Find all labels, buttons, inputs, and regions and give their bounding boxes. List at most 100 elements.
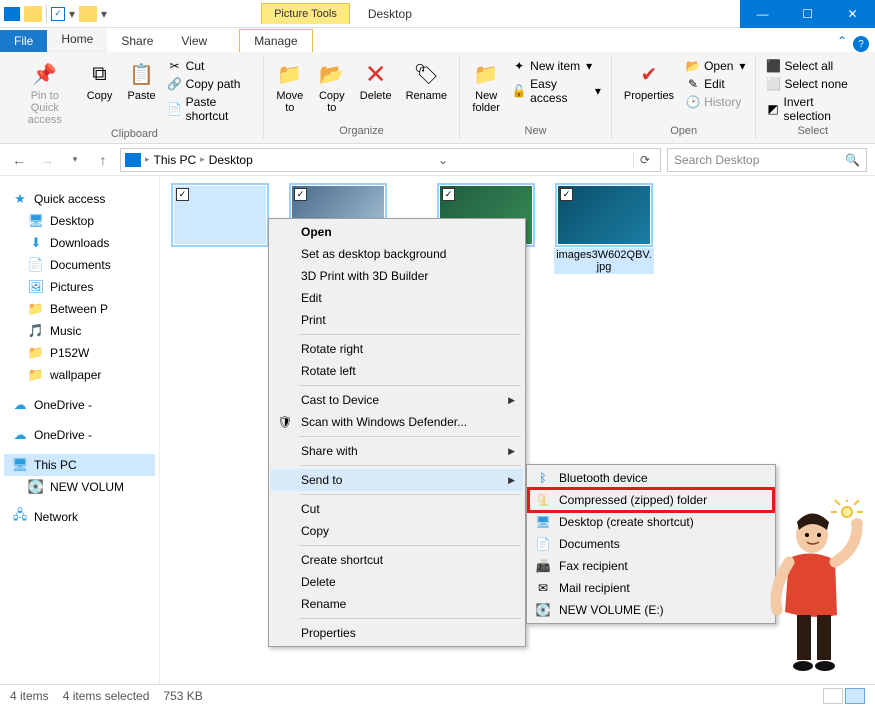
checkbox-checked-icon[interactable]: ✓ [176,188,189,201]
properties-button[interactable]: ✔Properties [620,58,678,104]
search-icon[interactable]: 🔍 [845,153,860,167]
menu-open[interactable]: Open [271,221,523,243]
menu-rename[interactable]: Rename [271,593,523,615]
paste-shortcut-button[interactable]: 📄Paste shortcut [166,94,255,124]
tab-share[interactable]: Share [107,30,167,52]
collapse-ribbon-icon[interactable]: ⌃ [831,30,853,52]
recent-button[interactable]: ▾ [64,149,86,171]
chevron-icon[interactable]: ▸ [145,154,150,165]
menu-cast[interactable]: Cast to Device▶ [271,389,523,411]
select-all-button[interactable]: ⬛Select all [764,58,861,74]
sidebar-new-volume[interactable]: 💽NEW VOLUM [4,476,155,498]
open-button[interactable]: 📂Open▾ [684,58,747,74]
tab-view[interactable]: View [167,30,221,52]
view-thumbnails-button[interactable] [845,688,865,704]
desktop-icon: 🖥 [28,213,44,229]
sidebar-desktop[interactable]: 🖥Desktop [4,210,155,232]
new-folder-button[interactable]: 📁New folder [468,58,504,116]
maximize-button[interactable]: ☐ [785,0,830,28]
sidebar-music[interactable]: 🎵Music [4,320,155,342]
new-item-button[interactable]: ✦New item▾ [510,58,603,74]
rename-button[interactable]: 🏷Rename [402,58,452,104]
menu-set-background[interactable]: Set as desktop background [271,243,523,265]
file-view[interactable]: ✓ ✓ ✓ images.jpg ✓ images3W602QBV.jpg Op… [160,176,875,684]
checkbox-checked-icon[interactable]: ✓ [560,188,573,201]
sidebar-onedrive[interactable]: ☁OneDrive - [4,424,155,446]
history-button[interactable]: 🕑History [684,94,747,110]
tab-manage[interactable]: Manage [239,29,312,52]
refresh-button[interactable]: ⟳ [633,153,656,167]
invert-selection-button[interactable]: ◩Invert selection [764,94,861,124]
tab-file[interactable]: File [0,30,47,52]
menu-print[interactable]: Print [271,309,523,331]
sidebar-this-pc[interactable]: 🖥This PC [4,454,155,476]
address-bar[interactable]: ▸ This PC ▸ Desktop ⌄ ⟳ [120,148,661,172]
copy-button[interactable]: ⧉ Copy [82,58,118,104]
sidebar-documents[interactable]: 📄Documents [4,254,155,276]
easy-access-button[interactable]: 🔓Easy access▾ [510,76,603,106]
file-item[interactable]: ✓ images3W602QBV.jpg [554,186,654,274]
up-button[interactable]: ↑ [92,149,114,171]
delete-button[interactable]: ✕Delete [356,58,396,104]
menu-send-to[interactable]: Send to▶ [271,469,523,491]
submenu-compressed-folder[interactable]: 🗜Compressed (zipped) folder [529,489,773,511]
search-input[interactable]: Search Desktop 🔍 [667,148,867,172]
dropdown-icon[interactable]: ⌄ [434,153,452,167]
menu-create-shortcut[interactable]: Create shortcut [271,549,523,571]
submenu-desktop-shortcut[interactable]: 🖥Desktop (create shortcut) [529,511,773,533]
help-icon[interactable]: ? [853,36,869,52]
sidebar-pictures[interactable]: 🖼Pictures [4,276,155,298]
forward-button[interactable]: → [36,149,58,171]
copy-to-button[interactable]: 📂Copy to [314,58,350,116]
qat-overflow-icon[interactable]: ▾ [69,7,75,21]
sidebar-between[interactable]: 📁Between P [4,298,155,320]
edit-button[interactable]: ✎Edit [684,76,747,92]
breadcrumb-desktop[interactable]: Desktop [209,153,253,167]
menu-edit[interactable]: Edit [271,287,523,309]
zip-icon: 🗜 [535,492,551,508]
cut-button[interactable]: ✂Cut [166,58,255,74]
qat-checkbox-icon[interactable]: ✓ [51,7,65,21]
sidebar-network[interactable]: 🖧Network [4,506,155,528]
move-to-button[interactable]: 📁Move to [272,58,308,116]
breadcrumb-this-pc[interactable]: This PC [154,153,197,167]
menu-rotate-right[interactable]: Rotate right [271,338,523,360]
submenu-documents[interactable]: 📄Documents [529,533,773,555]
sidebar-p152w[interactable]: 📁P152W [4,342,155,364]
submenu-mail[interactable]: ✉Mail recipient [529,577,773,599]
label: Network [34,510,78,524]
checkbox-checked-icon[interactable]: ✓ [294,188,307,201]
pin-to-quick-access-button[interactable]: 📌 Pin to Quick access [14,58,76,128]
menu-3d-print[interactable]: 3D Print with 3D Builder [271,265,523,287]
menu-delete[interactable]: Delete [271,571,523,593]
close-button[interactable]: ✕ [830,0,875,28]
submenu-volume[interactable]: 💽NEW VOLUME (E:) [529,599,773,621]
view-details-button[interactable] [823,688,843,704]
sidebar-onedrive[interactable]: ☁OneDrive - [4,394,155,416]
chevron-icon[interactable]: ▸ [200,154,205,165]
menu-share-with[interactable]: Share with▶ [271,440,523,462]
sidebar-wallpaper[interactable]: 📁wallpaper [4,364,155,386]
select-none-button[interactable]: ⬜Select none [764,76,861,92]
checkbox-checked-icon[interactable]: ✓ [442,188,455,201]
label: Mail recipient [559,581,630,595]
menu-properties[interactable]: Properties [271,622,523,644]
sidebar-quick-access[interactable]: ★Quick access [4,188,155,210]
menu-rotate-left[interactable]: Rotate left [271,360,523,382]
label: OneDrive - [34,428,92,442]
copy-path-button[interactable]: 🔗Copy path [166,76,255,92]
sidebar-downloads[interactable]: ⬇Downloads [4,232,155,254]
file-item[interactable]: ✓ [170,186,270,274]
submenu-fax[interactable]: 📠Fax recipient [529,555,773,577]
separator [299,465,521,466]
menu-defender[interactable]: 🛡Scan with Windows Defender... [271,411,523,433]
qat-overflow-icon[interactable]: ▾ [101,7,107,21]
tab-home[interactable]: Home [47,28,107,52]
paste-button[interactable]: 📋 Paste [124,58,160,104]
submenu-bluetooth[interactable]: ᛒBluetooth device [529,467,773,489]
minimize-button[interactable]: — [740,0,785,28]
menu-cut[interactable]: Cut [271,498,523,520]
back-button[interactable]: ← [8,149,30,171]
cloud-icon: ☁ [12,397,28,413]
menu-copy[interactable]: Copy [271,520,523,542]
